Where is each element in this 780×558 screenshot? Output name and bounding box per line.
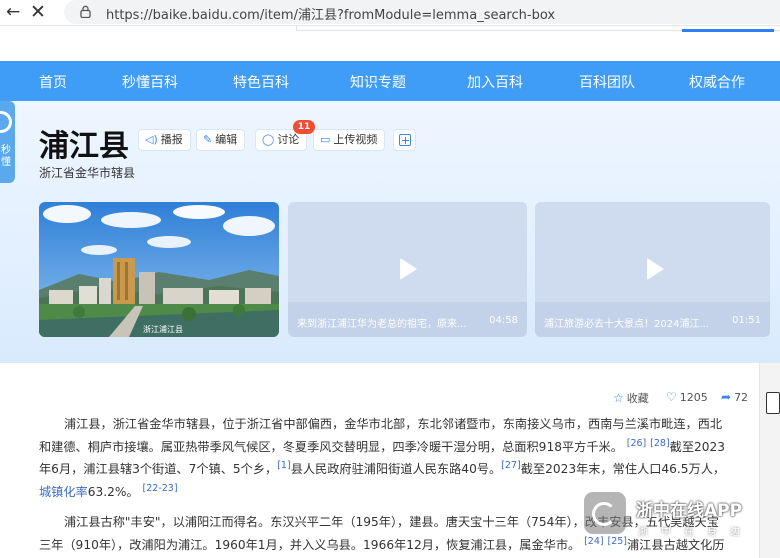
collect-label: 收藏: [626, 392, 649, 405]
close-icon[interactable]: ✕: [30, 1, 46, 23]
edit-label: 编辑: [215, 133, 238, 146]
nav-item-team[interactable]: 百科团队: [579, 72, 635, 92]
watermark-logo: [584, 492, 626, 534]
share-arrow-icon: ➦: [721, 390, 732, 404]
nav-item-miaodong[interactable]: 秒懂百科: [122, 72, 178, 92]
like-button[interactable]: ♡ 1205: [666, 390, 708, 404]
thumbs-up-icon: ♡: [666, 390, 677, 404]
watermark-title: 浙中在线APP: [636, 501, 743, 521]
city-photo-image: [39, 202, 279, 337]
text-span: 三年（910年），改浦阳为浦江。1960年1月，并入义乌县。1966年12月，恢…: [39, 537, 581, 552]
edit-button[interactable]: ✎ 编辑: [196, 129, 246, 151]
lemma-subtitle: 浙江省金华市辖县: [39, 166, 136, 180]
side-tab[interactable]: 秒懂: [0, 101, 15, 183]
text-span: 截至2023年末，常住人口46.5万人，: [520, 462, 726, 476]
copy-icon[interactable]: [766, 392, 780, 414]
like-count: 1205: [679, 391, 708, 404]
ref-26[interactable]: [26]: [627, 437, 647, 448]
video-card-1[interactable]: 来到浙江浦江华为老总的祖宅，原来... 04:58: [288, 202, 527, 337]
text-span: 和建德、桐庐市接壤。属亚热带季风气候区，冬夏季风交替明显，四季冷暖干湿分明，总面…: [39, 439, 623, 454]
video-duration-1: 04:58: [489, 315, 518, 326]
lemma-photo[interactable]: 浙江浦江县: [39, 202, 279, 337]
speaker-icon: ◁): [145, 133, 158, 146]
main-nav: 首页 秒懂百科 特色百科 知识专题 加入百科 百科团队 权威合作: [0, 61, 780, 101]
urbanization-link[interactable]: 城镇化率: [39, 485, 88, 499]
ref-27[interactable]: [27]: [501, 460, 521, 471]
paragraph-1-line-3: 年6月，浦江县辖3个街道、7个镇、5个乡，[1]县人民政府驻浦阳街道人民东路40…: [39, 458, 739, 481]
share-count: 72: [734, 391, 749, 404]
play-icon: [647, 258, 664, 280]
video-duration-2: 01:51: [732, 315, 761, 326]
star-icon: ☆: [613, 391, 624, 405]
url-text[interactable]: https://baike.baidu.com/item/浦江县?fromMod…: [106, 4, 555, 23]
paragraph-1: 浦江县，浙江省金华市辖县，位于浙江省中部偏西，金华市北部，东北邻诸暨市，东南接义…: [39, 413, 739, 503]
nav-item-topics[interactable]: 知识专题: [350, 72, 406, 92]
ref-25[interactable]: [25]: [607, 535, 627, 546]
watermark-subtitle: 浙中在身边: [638, 527, 753, 538]
broadcast-label: 播报: [160, 133, 183, 146]
text-span: 县人民政府驻浦阳街道人民东路40号。: [290, 462, 502, 476]
lemma-title: 浦江县: [39, 129, 129, 164]
paragraph-2-line-2: 三年（910年），改浦阳为浦江。1960年1月，并入义乌县。1966年12月，恢…: [39, 534, 739, 557]
text-span: 截至2023: [669, 439, 726, 454]
chat-bubble-icon: ◯: [262, 133, 275, 146]
upload-video-label: 上传视频: [333, 133, 378, 146]
ref-1[interactable]: [1]: [277, 460, 290, 471]
photo-caption: 浙江浦江县: [143, 325, 183, 334]
ref-24[interactable]: [24]: [584, 535, 604, 546]
paragraph-2: 浦江县古称"丰安"，以浦阳江而得名。东汉兴平二年（195年），建县。唐天宝十三年…: [39, 511, 739, 556]
nav-item-featured[interactable]: 特色百科: [233, 72, 289, 92]
play-icon: [400, 258, 417, 280]
nav-item-join[interactable]: 加入百科: [467, 72, 523, 92]
broadcast-button[interactable]: ◁) 播报: [138, 129, 191, 151]
side-tab-icon: [0, 111, 12, 133]
nav-item-home[interactable]: 首页: [39, 72, 67, 92]
top-search-area: [0, 26, 780, 61]
plus-icon: [399, 134, 411, 146]
collect-button[interactable]: ☆ 收藏: [613, 390, 649, 406]
ref-22-23[interactable]: [22-23]: [143, 482, 178, 493]
text-span: 63.2%。: [87, 484, 139, 499]
discuss-label: 讨论: [277, 133, 300, 146]
text-span: 浦江县古越文化历: [627, 537, 725, 552]
add-button[interactable]: [393, 129, 416, 151]
text-span: 年6月，浦江县辖3个街道、7个镇、5个乡，: [39, 462, 278, 476]
search-button-edge[interactable]: [682, 29, 774, 32]
share-button[interactable]: ➦ 72: [721, 390, 748, 404]
video-caption-2: 浦江旅游必去十大景点！2024浦江...: [544, 319, 709, 330]
back-arrow-icon[interactable]: ←: [6, 2, 20, 22]
paragraph-2-line-1: 浦江县古称"丰安"，以浦阳江而得名。东汉兴平二年（195年），建县。唐天宝十三年…: [64, 515, 719, 529]
paragraph-1-line-2: 和建德、桐庐市接壤。属亚热带季风气候区，冬夏季风交替明显，四季冷暖干湿分明，总面…: [39, 436, 739, 459]
nav-item-cooperation[interactable]: 权威合作: [689, 72, 745, 92]
side-tab-label: 秒懂: [1, 145, 11, 168]
video-camera-icon: ▭: [320, 133, 331, 146]
pencil-icon: ✎: [203, 133, 213, 146]
lock-icon: [80, 5, 91, 18]
paragraph-1-line-1: 浦江县，浙江省金华市辖县，位于浙江省中部偏西，金华市北部，东北邻诸暨市，东南接义…: [64, 417, 723, 431]
ref-28[interactable]: [28]: [650, 437, 670, 448]
discuss-count-badge: 11: [293, 120, 315, 134]
video-card-2[interactable]: 浦江旅游必去十大景点！2024浦江... 01:51: [535, 202, 770, 337]
video-caption-1: 来到浙江浦江华为老总的祖宅，原来...: [297, 319, 467, 330]
browser-toolbar: ← ✕ https://baike.baidu.com/item/浦江县?fro…: [0, 0, 780, 26]
upload-video-button[interactable]: ▭ 上传视频: [313, 129, 386, 151]
paragraph-1-line-4: 城镇化率63.2%。 [22-23]: [39, 481, 739, 504]
